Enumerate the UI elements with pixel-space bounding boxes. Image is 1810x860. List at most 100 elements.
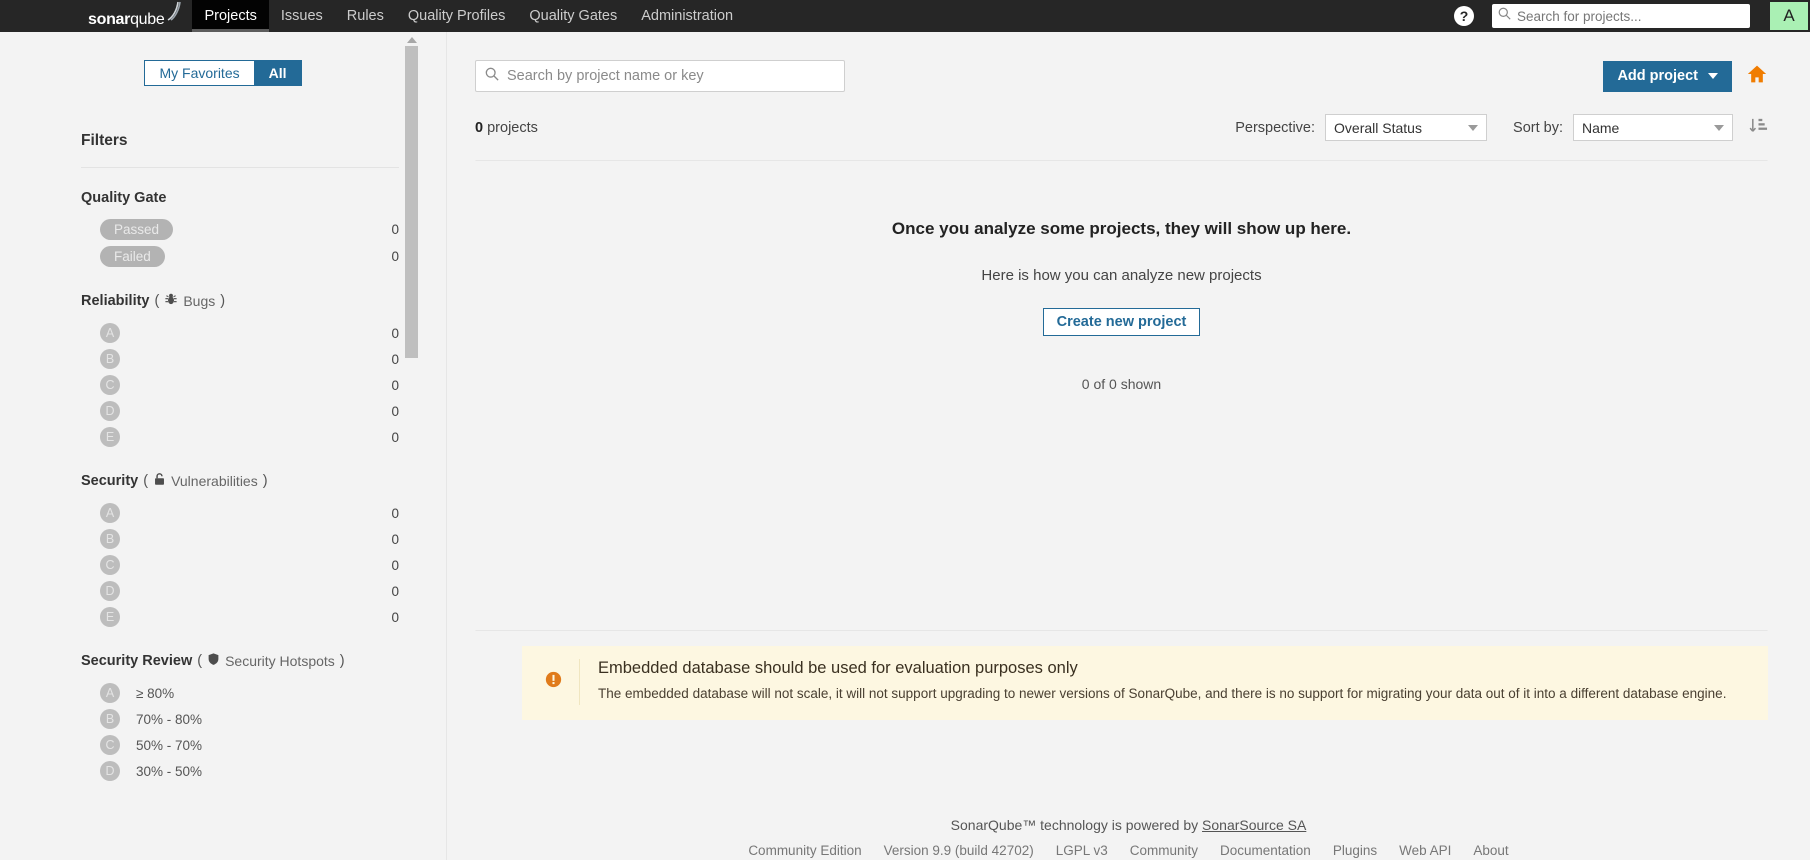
home-icon[interactable] <box>1746 64 1768 89</box>
filter-row-failed[interactable]: Failed 0 <box>0 243 446 270</box>
filter-row-rating-c[interactable]: C 0 <box>0 372 446 398</box>
filter-row-rating-a[interactable]: A 0 <box>0 500 446 526</box>
filter-count: 0 <box>391 505 399 521</box>
user-avatar[interactable]: A <box>1770 2 1808 30</box>
global-search-input[interactable] <box>1517 8 1744 24</box>
filters-divider <box>81 167 399 168</box>
chevron-down-icon <box>1468 124 1479 131</box>
rating-badge: C <box>100 555 120 575</box>
project-count: 0 projects <box>475 120 538 136</box>
paren-open: ( <box>154 293 160 309</box>
filter-row-rating-d[interactable]: D 30% - 50% <box>0 758 446 784</box>
quality-gate-passed-pill: Passed <box>100 219 174 240</box>
footer-version: Version 9.9 (build 42702) <box>883 843 1034 858</box>
filter-count: 0 <box>391 377 399 393</box>
footer-link-community[interactable]: Community <box>1119 843 1209 858</box>
sort-direction-icon[interactable] <box>1749 116 1768 140</box>
filter-row-rating-a[interactable]: A 0 <box>0 320 446 346</box>
filter-group-label: Security <box>81 473 139 489</box>
filter-count: 0 <box>391 403 399 419</box>
sort-controls: Perspective: Overall Status Sort by: Nam… <box>1235 114 1768 141</box>
filter-row-rating-a[interactable]: A ≥ 80% <box>0 680 446 706</box>
rating-badge: A <box>100 683 120 703</box>
search-icon <box>1498 7 1511 25</box>
rating-badge: D <box>100 581 120 601</box>
embedded-database-warning: Embedded database should be used for eva… <box>522 646 1768 721</box>
empty-state-title: Once you analyze some projects, they wil… <box>891 219 1352 238</box>
nav-tab-quality-profiles[interactable]: Quality Profiles <box>396 0 518 32</box>
add-project-button[interactable]: Add project <box>1603 60 1732 92</box>
add-project-label: Add project <box>1617 68 1698 84</box>
filters-heading: Filters <box>81 132 128 149</box>
rating-badge: A <box>100 503 120 523</box>
rating-range-label: ≥ 80% <box>136 685 175 701</box>
lock-icon <box>153 472 166 490</box>
scroll-up-arrow-icon[interactable] <box>405 35 418 45</box>
filter-row-rating-b[interactable]: B 0 <box>0 526 446 552</box>
project-count-label: projects <box>487 119 538 136</box>
filter-row-rating-b[interactable]: B 0 <box>0 346 446 372</box>
filter-row-rating-b[interactable]: B 70% - 80% <box>0 706 446 732</box>
filter-count: 0 <box>391 351 399 367</box>
filter-row-rating-e[interactable]: E 0 <box>0 424 446 450</box>
footer-link-plugins[interactable]: Plugins <box>1322 843 1388 858</box>
perspective-label: Perspective: <box>1235 119 1316 136</box>
filter-group-title: Reliability ( Bugs ) <box>0 292 446 310</box>
footer-link-documentation[interactable]: Documentation <box>1209 843 1322 858</box>
scrollbar-thumb[interactable] <box>405 46 418 358</box>
rating-badge: E <box>100 607 120 627</box>
filter-group-sublabel: Bugs <box>183 293 216 309</box>
project-search-input[interactable] <box>507 68 835 84</box>
filter-group-quality-gate: Quality Gate Passed 0 Failed 0 <box>0 190 446 270</box>
paren-open: ( <box>143 473 149 489</box>
filters-sidebar: My Favorites All Filters Quality Gate Pa… <box>0 32 447 860</box>
filter-group-label: Quality Gate <box>81 190 167 206</box>
sort-by-select[interactable]: Name <box>1573 114 1733 141</box>
perspective-value: Overall Status <box>1334 119 1422 136</box>
nav-right-controls: ? A <box>1454 0 1810 32</box>
chevron-down-icon <box>1714 124 1724 131</box>
warning-icon-column <box>528 659 580 706</box>
all-projects-button[interactable]: All <box>253 60 302 86</box>
sonarqube-logo[interactable]: sonar qube <box>0 0 192 32</box>
search-icon <box>485 67 499 86</box>
filter-row-rating-e[interactable]: E 0 <box>0 604 446 630</box>
chevron-down-icon <box>1708 73 1718 79</box>
sort-by-label: Sort by: <box>1513 119 1563 136</box>
sidebar-scrollbar[interactable] <box>405 32 418 860</box>
filter-group-title: Security Review ( Security Hotspots ) <box>0 652 446 670</box>
nav-tab-projects[interactable]: Projects <box>192 0 270 32</box>
help-icon[interactable]: ? <box>1454 6 1474 26</box>
footer-license-link[interactable]: LGPL v3 <box>1045 843 1119 858</box>
rating-badge: D <box>100 401 120 421</box>
rating-badge: B <box>100 709 120 729</box>
favorites-toggle-group: My Favorites All <box>0 60 446 86</box>
nav-tab-issues[interactable]: Issues <box>269 0 335 32</box>
filter-row-rating-d[interactable]: D 0 <box>0 398 446 424</box>
filter-row-rating-c[interactable]: C 50% - 70% <box>0 732 446 758</box>
logo-text-bold: sonar <box>88 10 131 28</box>
footer-link-web-api[interactable]: Web API <box>1388 843 1462 858</box>
nav-tab-administration[interactable]: Administration <box>629 0 745 32</box>
my-favorites-button[interactable]: My Favorites <box>144 60 254 86</box>
filter-row-passed[interactable]: Passed 0 <box>0 216 446 243</box>
create-new-project-button[interactable]: Create new project <box>1042 308 1201 336</box>
nav-tab-rules[interactable]: Rules <box>335 0 396 32</box>
project-search-box[interactable] <box>475 60 845 92</box>
filter-count: 0 <box>391 531 399 547</box>
footer-link-about[interactable]: About <box>1462 843 1519 858</box>
filter-row-rating-c[interactable]: C 0 <box>0 552 446 578</box>
rating-badge: B <box>100 529 120 549</box>
filter-group-sublabel: Security Hotspots <box>225 653 335 669</box>
sonarsource-link[interactable]: SonarSource SA <box>1202 817 1306 833</box>
rating-badge: C <box>100 375 120 395</box>
nav-tab-quality-gates[interactable]: Quality Gates <box>517 0 629 32</box>
page-body: My Favorites All Filters Quality Gate Pa… <box>0 32 1810 860</box>
rating-badge: A <box>100 323 120 343</box>
global-search-box[interactable] <box>1492 4 1750 28</box>
empty-state-panel: Once you analyze some projects, they wil… <box>475 160 1768 631</box>
paren-close: ) <box>339 653 345 669</box>
filter-row-rating-d[interactable]: D 0 <box>0 578 446 604</box>
perspective-select[interactable]: Overall Status <box>1325 114 1488 141</box>
filter-group-sublabel: Vulnerabilities <box>171 473 258 489</box>
